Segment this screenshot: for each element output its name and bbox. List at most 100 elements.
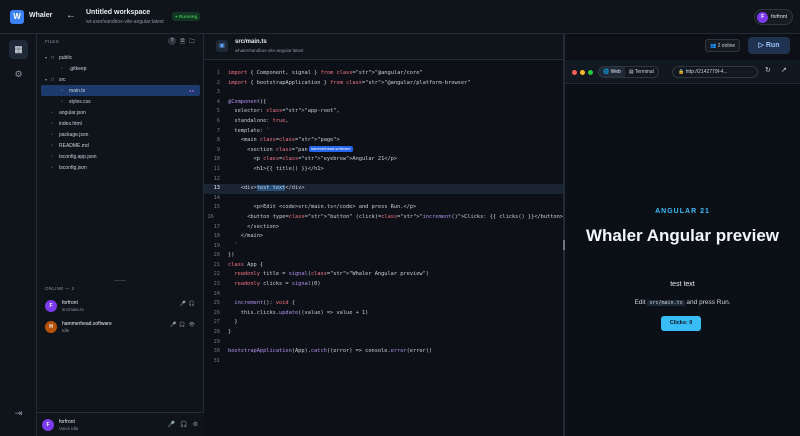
tree-file[interactable]: ▫ tsconfig.json bbox=[41, 162, 200, 173]
code-line[interactable]: 28} bbox=[204, 328, 563, 338]
code-text: <section class="pan hammerhead.software bbox=[228, 146, 353, 153]
preview-heading: Whaler Angular preview bbox=[585, 226, 780, 245]
user-media-status: 🎤 🎧 bbox=[180, 301, 195, 307]
code-line[interactable]: 18 </main> bbox=[204, 232, 563, 242]
run-button[interactable]: ▷ Run bbox=[748, 37, 790, 54]
file-icon: ▫ bbox=[51, 131, 53, 138]
code-line[interactable]: 25 increment(): void { bbox=[204, 299, 563, 309]
open-external-icon[interactable]: ↗ bbox=[781, 66, 787, 74]
code-line[interactable]: 10 <p class=class="str">"eyebrow">Angula… bbox=[204, 155, 563, 165]
code-line[interactable]: 8 <main class=class="str">"page"> bbox=[204, 136, 563, 146]
code-line[interactable]: 23 readonly clicks = signal(0) bbox=[204, 280, 563, 290]
code-line[interactable]: 5 selector: class="str">"app-root", bbox=[204, 107, 563, 117]
tree-item-label: tsconfig.json bbox=[59, 164, 87, 171]
workspace-title[interactable]: Untitled workspace bbox=[86, 9, 150, 16]
workspace-grid-icon[interactable]: ▦ bbox=[9, 40, 28, 59]
code-line[interactable]: 16 <button type=class="str">"button" (cl… bbox=[204, 213, 563, 223]
url-bar[interactable]: 🔒 http://2142779f-4... bbox=[672, 66, 758, 78]
online-count-chip[interactable]: 👥 2 online bbox=[705, 39, 741, 52]
tree-folder[interactable]: ▾ □ public bbox=[41, 52, 200, 63]
code-line[interactable]: 27 } bbox=[204, 318, 563, 328]
line-number: 5 bbox=[216, 108, 220, 115]
logout-icon[interactable]: ⇥ bbox=[9, 404, 28, 423]
code-line[interactable]: 29 bbox=[204, 338, 563, 348]
help-icon[interactable]: ? bbox=[168, 37, 177, 45]
tree-file[interactable]: ▫ main.ts ●● bbox=[41, 85, 200, 96]
app-logo[interactable]: W bbox=[10, 10, 24, 24]
reload-icon[interactable]: ↻ bbox=[765, 66, 771, 74]
code-line[interactable]: 14 bbox=[204, 194, 563, 204]
online-user-row[interactable]: F forfront src/main.ts 🎤 🎧 bbox=[45, 298, 197, 316]
preview-eyebrow: ANGULAR 21 bbox=[655, 208, 710, 215]
code-line[interactable]: 15 <p>Edit <code>src/main.ts</code> and … bbox=[204, 203, 563, 213]
line-number: 8 bbox=[216, 137, 220, 144]
status-text: Running bbox=[178, 14, 198, 19]
user-menu-button[interactable]: F forfront bbox=[754, 9, 793, 25]
self-voice-bar: F forfront Voice idle 🎤 🎧 ⚙ bbox=[37, 412, 204, 436]
panel-resize-handle[interactable] bbox=[114, 280, 126, 281]
tree-file[interactable]: ▫ .gitkeep bbox=[41, 63, 200, 74]
tree-item-label: angular.json bbox=[59, 109, 86, 116]
tree-file[interactable]: ▫ README.md bbox=[41, 140, 200, 151]
tab-terminal[interactable]: ▤ Terminal bbox=[625, 67, 658, 77]
code-line[interactable]: 11 <h1>{{ title() }}</h1> bbox=[204, 165, 563, 175]
gear-icon[interactable]: ⚙ bbox=[9, 65, 28, 84]
code-line[interactable]: 12 bbox=[204, 175, 563, 185]
tree-file[interactable]: ▫ tsconfig.app.json bbox=[41, 151, 200, 162]
tab-web[interactable]: 🌐 Web bbox=[599, 67, 625, 77]
headphones-icon[interactable]: 🎧 bbox=[180, 421, 187, 428]
code-line[interactable]: 19 ` bbox=[204, 242, 563, 252]
code-line[interactable]: 1 import { Component, signal } from class… bbox=[204, 69, 563, 79]
code-area[interactable]: 1 import { Component, signal } from class… bbox=[204, 69, 563, 366]
clicks-button[interactable]: Clicks: 0 bbox=[661, 316, 701, 331]
tree-item-label: .gitkeep bbox=[69, 65, 87, 72]
tree-item-label: styles.css bbox=[69, 98, 91, 105]
code-line[interactable]: 6 standalone: true, bbox=[204, 117, 563, 127]
code-line[interactable]: 13 <div>test text</div> bbox=[204, 184, 563, 194]
line-number: 6 bbox=[216, 117, 220, 124]
code-line[interactable]: 22 readonly title = signal(class="str">"… bbox=[204, 270, 563, 280]
online-user-status: Idle bbox=[62, 328, 70, 333]
line-number: 17 bbox=[213, 223, 220, 230]
code-line[interactable]: 7 template: ` bbox=[204, 127, 563, 137]
code-line[interactable]: 4 @Component({ bbox=[204, 98, 563, 108]
mic-off-icon[interactable]: 🎤 bbox=[168, 421, 175, 428]
tree-file[interactable]: ▫ styles.css bbox=[41, 96, 200, 107]
code-line[interactable]: 26 this.clicks.update((value) => value +… bbox=[204, 309, 563, 319]
app-root: W Whaler ← Untitled workspace wt-user/sa… bbox=[0, 0, 800, 436]
folder-icon: □ bbox=[51, 54, 55, 61]
new-file-icon[interactable]: 🗎 bbox=[180, 37, 185, 47]
tree-file[interactable]: ▫ angular.json bbox=[41, 107, 200, 118]
line-number: 15 bbox=[213, 204, 220, 211]
line-number: 14 bbox=[213, 194, 220, 201]
code-line[interactable]: 2 import { bootstrapApplication } from cl… bbox=[204, 79, 563, 89]
code-line[interactable]: 30 bootstrapApplication(App).catch((error… bbox=[204, 347, 563, 357]
tree-folder[interactable]: ▾ □ src bbox=[41, 74, 200, 85]
code-line[interactable]: 9 <section class="pan hammerhead.software bbox=[204, 146, 563, 156]
code-line[interactable]: 3 bbox=[204, 88, 563, 98]
code-text: <button type=class="str">"button" (click… bbox=[221, 213, 563, 220]
code-line[interactable]: 21 class App { bbox=[204, 261, 563, 271]
close-dot bbox=[572, 70, 577, 75]
file-icon: ▫ bbox=[61, 98, 63, 105]
tree-file[interactable]: ▫ package.json bbox=[41, 129, 200, 140]
online-user-row[interactable]: H hammerhead.software Idle 🎤 🎧 👁 bbox=[45, 319, 197, 337]
sliders-icon[interactable]: ⚙ bbox=[193, 421, 198, 428]
tree-file[interactable]: ▫ index.html bbox=[41, 118, 200, 129]
code-line[interactable]: 17 </section> bbox=[204, 223, 563, 233]
voice-status: Voice idle bbox=[59, 426, 79, 431]
code-text: bootstrapApplication(App).catch((error) … bbox=[228, 348, 433, 355]
code-text: <p class=class="str">"eyebrow">Angular 2… bbox=[228, 156, 398, 163]
new-folder-icon[interactable]: 🗀 bbox=[189, 37, 195, 47]
tree-item-label: package.json bbox=[59, 131, 89, 138]
eye-icon[interactable]: 👁 bbox=[189, 322, 195, 328]
code-line[interactable]: 31 bbox=[204, 357, 563, 367]
back-arrow-icon[interactable]: ← bbox=[66, 10, 76, 21]
avatar: F bbox=[757, 11, 769, 23]
code-line[interactable]: 20}) bbox=[204, 251, 563, 261]
line-number: 9 bbox=[216, 146, 220, 153]
self-name: forfront bbox=[59, 419, 75, 425]
code-line[interactable]: 24 bbox=[204, 290, 563, 300]
